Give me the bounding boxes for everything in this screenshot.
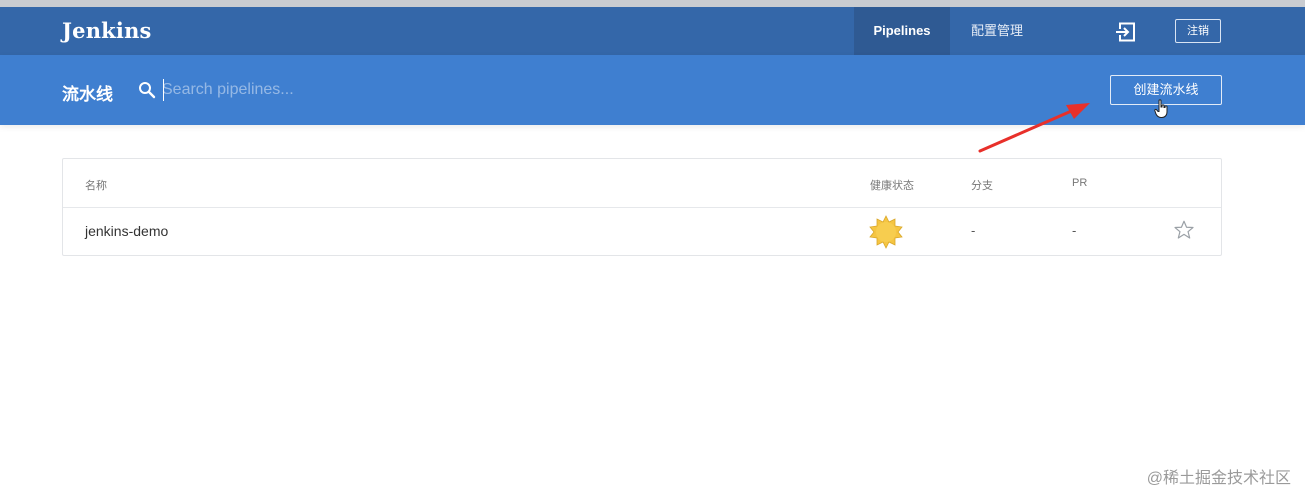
red-annotation-arrow (978, 103, 1090, 153)
column-header-pr[interactable]: PR (1072, 177, 1087, 189)
search-icon (139, 82, 156, 99)
window-top-edge (0, 0, 1305, 7)
watermark: @稀土掘金技术社区 (1146, 470, 1291, 487)
sunny-icon (869, 215, 903, 249)
branches-value: - (971, 223, 976, 238)
pr-value: - (1072, 223, 1077, 238)
jenkins-logo[interactable]: Jenkins (62, 18, 152, 43)
pipeline-name-link[interactable]: jenkins-demo (85, 223, 168, 239)
tab-pipelines[interactable]: Pipelines (854, 7, 950, 55)
table-row[interactable]: jenkins-demo - - (63, 208, 1221, 255)
logout-button[interactable]: 注销 (1175, 19, 1221, 43)
pipelines-table: 名称 健康状态 分支 PR jenkins-demo - - (62, 158, 1222, 256)
star-icon[interactable] (1173, 219, 1195, 241)
column-header-branches[interactable]: 分支 (971, 177, 993, 193)
tab-config-management[interactable]: 配置管理 (958, 7, 1036, 55)
text-caret (163, 79, 164, 101)
top-header: Jenkins Pipelines 配置管理 注销 (0, 7, 1305, 55)
column-header-name[interactable]: 名称 (85, 177, 107, 193)
pipelines-subheader: 流水线 创建流水线 (0, 55, 1305, 125)
page-title: 流水线 (62, 85, 113, 104)
logout-arrow-icon[interactable] (1114, 20, 1138, 44)
search-input[interactable] (162, 77, 462, 103)
table-header: 名称 健康状态 分支 PR (63, 159, 1221, 208)
hand-cursor-icon (1154, 99, 1168, 118)
column-header-health[interactable]: 健康状态 (870, 177, 914, 193)
